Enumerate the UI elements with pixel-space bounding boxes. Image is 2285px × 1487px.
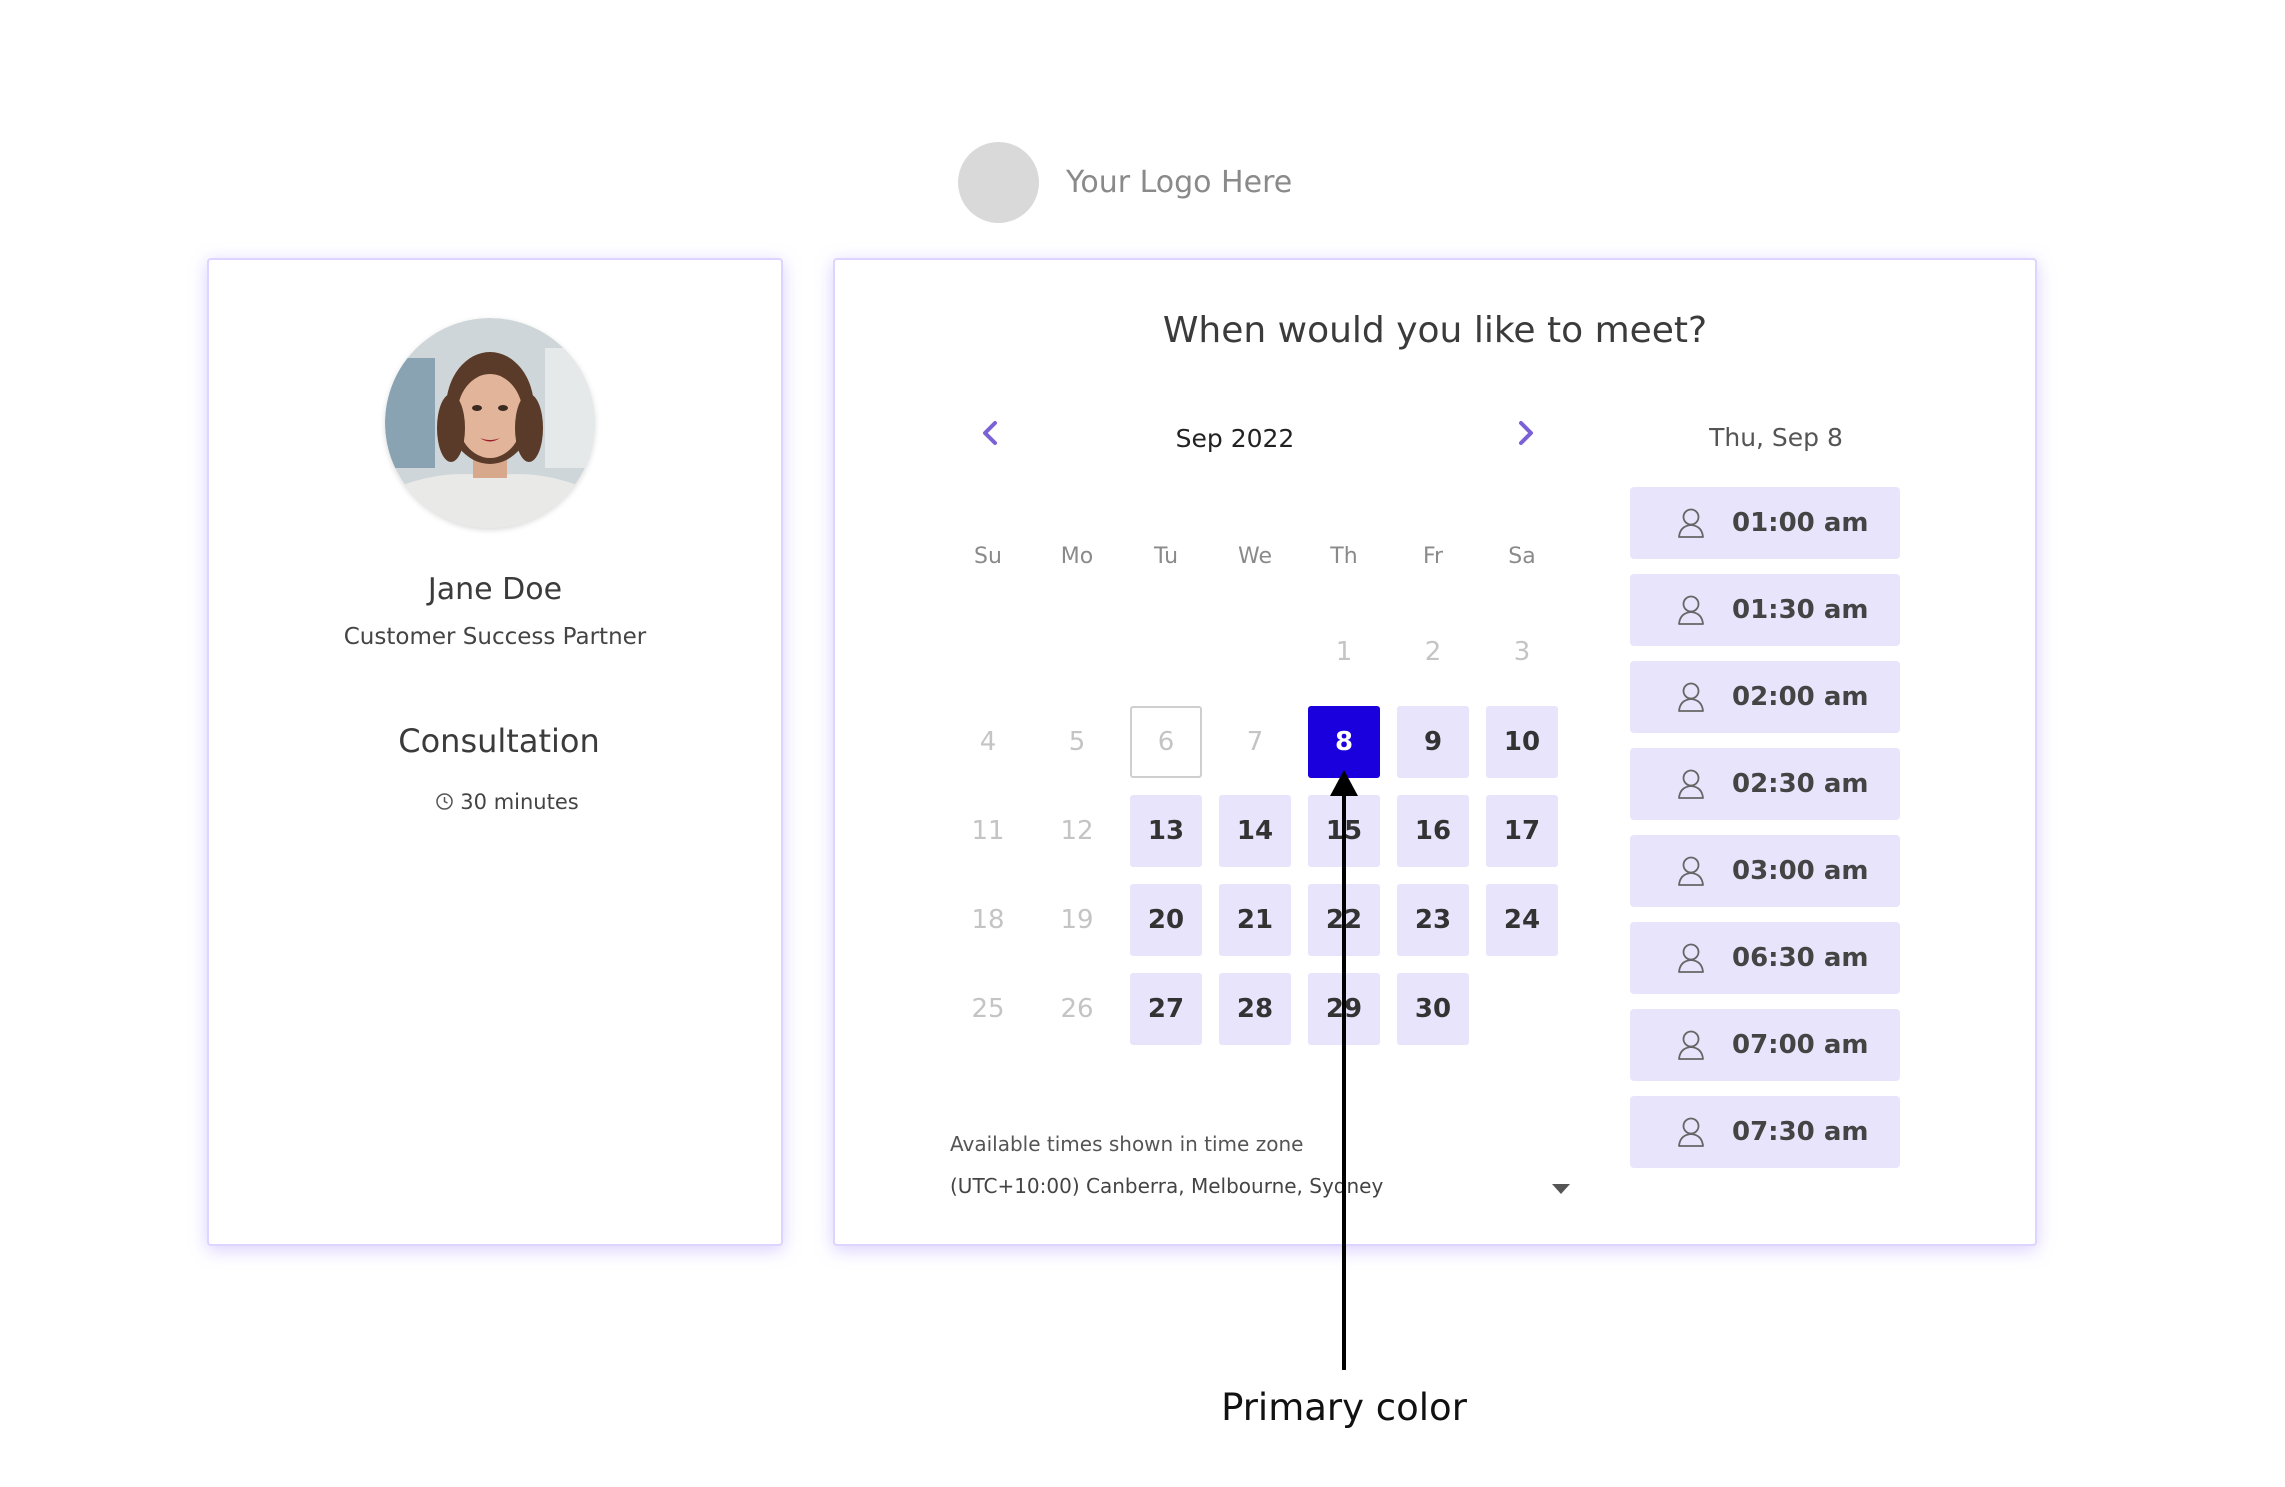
host-profile-card: Jane Doe Customer Success Partner Consul… bbox=[207, 258, 783, 1246]
event-duration: 30 minutes bbox=[209, 790, 781, 814]
time-slot-label: 01:30 am bbox=[1732, 595, 1869, 625]
calendar-day: 3 bbox=[1513, 637, 1531, 667]
time-slot-label: 02:00 am bbox=[1732, 682, 1869, 712]
weekday-header: Su Mo Tu We Th Fr Sa bbox=[952, 538, 1584, 578]
weekday-label: Th bbox=[1330, 544, 1358, 569]
calendar-day: 7 bbox=[1246, 727, 1264, 757]
weekday-label: Fr bbox=[1422, 544, 1444, 569]
calendar-day[interactable]: 21 bbox=[1219, 884, 1291, 956]
time-slot-button[interactable]: 02:00 am bbox=[1630, 661, 1900, 733]
calendar-week-row: 4 5 6 7 8 9 10 bbox=[952, 706, 1584, 778]
calendar-day[interactable]: 24 bbox=[1486, 884, 1558, 956]
calendar-day[interactable]: 20 bbox=[1130, 884, 1202, 956]
calendar-day: 4 bbox=[979, 727, 997, 757]
weekday-label: Sa bbox=[1508, 544, 1536, 569]
calendar-day-selected[interactable]: 8 bbox=[1308, 706, 1380, 778]
timezone-value: (UTC+10:00) Canberra, Melbourne, Sydney bbox=[950, 1174, 1384, 1198]
caret-down-icon bbox=[1552, 1184, 1570, 1194]
person-icon bbox=[1678, 1117, 1704, 1147]
calendar-day[interactable]: 16 bbox=[1397, 795, 1469, 867]
time-slot-button[interactable]: 06:30 am bbox=[1630, 922, 1900, 994]
time-slot-label: 07:00 am bbox=[1732, 1030, 1869, 1060]
calendar-week-row: 1 2 3 bbox=[952, 616, 1584, 688]
next-month-button[interactable] bbox=[1507, 415, 1543, 451]
person-icon bbox=[1678, 595, 1704, 625]
annotation-label: Primary color bbox=[1221, 1386, 1467, 1429]
calendar-day: 1 bbox=[1335, 637, 1353, 667]
logo-text: Your Logo Here bbox=[1066, 165, 1293, 200]
timezone-select[interactable]: (UTC+10:00) Canberra, Melbourne, Sydney bbox=[950, 1174, 1570, 1208]
calendar-day[interactable]: 9 bbox=[1397, 706, 1469, 778]
calendar-day: 2 bbox=[1424, 637, 1442, 667]
person-icon bbox=[1678, 508, 1704, 538]
calendar-day[interactable]: 28 bbox=[1219, 973, 1291, 1045]
weekday-label: We bbox=[1238, 544, 1272, 569]
calendar-day: 26 bbox=[1060, 994, 1094, 1024]
calendar-day-today: 6 bbox=[1130, 706, 1202, 778]
time-slot-label: 06:30 am bbox=[1732, 943, 1869, 973]
time-slot-label: 03:00 am bbox=[1732, 856, 1869, 886]
selected-date-label: Thu, Sep 8 bbox=[1709, 423, 1843, 452]
clock-icon bbox=[435, 792, 454, 811]
timezone-label: Available times shown in time zone bbox=[950, 1132, 1304, 1156]
weekday-label: Tu bbox=[1153, 544, 1179, 569]
person-icon bbox=[1678, 682, 1704, 712]
person-icon bbox=[1678, 1030, 1704, 1060]
person-icon bbox=[1678, 856, 1704, 886]
calendar-day: 11 bbox=[971, 816, 1005, 846]
weekday-label: Su bbox=[974, 544, 1002, 569]
booking-card: When would you like to meet? Sep 2022 Su… bbox=[833, 258, 2037, 1246]
booking-heading: When would you like to meet? bbox=[1162, 310, 1708, 351]
calendar-day: 18 bbox=[971, 905, 1005, 935]
logo: Your Logo Here bbox=[958, 142, 1292, 223]
chevron-left-icon bbox=[983, 421, 997, 445]
time-slot-label: 07:30 am bbox=[1732, 1117, 1869, 1147]
chevron-right-icon bbox=[1519, 421, 1533, 445]
time-slot-button[interactable]: 01:30 am bbox=[1630, 574, 1900, 646]
previous-month-button[interactable] bbox=[973, 415, 1009, 451]
person-icon bbox=[1678, 943, 1704, 973]
calendar-day[interactable]: 10 bbox=[1486, 706, 1558, 778]
time-slot-button[interactable]: 07:30 am bbox=[1630, 1096, 1900, 1168]
host-name: Jane Doe bbox=[427, 572, 563, 607]
calendar-day[interactable]: 27 bbox=[1130, 973, 1202, 1045]
month-label: Sep 2022 bbox=[1175, 424, 1295, 453]
event-duration-text: 30 minutes bbox=[460, 790, 579, 814]
calendar-day[interactable]: 17 bbox=[1486, 795, 1558, 867]
calendar-day[interactable]: 23 bbox=[1397, 884, 1469, 956]
logo-placeholder-circle bbox=[958, 142, 1039, 223]
host-role: Customer Success Partner bbox=[343, 624, 647, 650]
calendar-day: 19 bbox=[1060, 905, 1094, 935]
calendar-day: 5 bbox=[1068, 727, 1086, 757]
calendar-day[interactable]: 30 bbox=[1397, 973, 1469, 1045]
time-slot-label: 01:00 am bbox=[1732, 508, 1869, 538]
person-icon bbox=[1678, 769, 1704, 799]
calendar-week-row: 252627282930 bbox=[952, 973, 1584, 1045]
calendar-day: 12 bbox=[1060, 816, 1094, 846]
calendar-week-row: 18192021222324 bbox=[952, 884, 1584, 956]
calendar-day[interactable]: 14 bbox=[1219, 795, 1291, 867]
time-slot-label: 02:30 am bbox=[1732, 769, 1869, 799]
event-title: Consultation bbox=[398, 722, 600, 760]
time-slot-button[interactable]: 02:30 am bbox=[1630, 748, 1900, 820]
calendar-day[interactable]: 13 bbox=[1130, 795, 1202, 867]
calendar-week-row: 11121314151617 bbox=[952, 795, 1584, 867]
calendar-day: 25 bbox=[971, 994, 1005, 1024]
time-slot-button[interactable]: 07:00 am bbox=[1630, 1009, 1900, 1081]
time-slot-button[interactable]: 01:00 am bbox=[1630, 487, 1900, 559]
host-avatar bbox=[385, 318, 595, 528]
annotation-arrow-icon bbox=[1330, 770, 1358, 1370]
time-slot-button[interactable]: 03:00 am bbox=[1630, 835, 1900, 907]
weekday-label: Mo bbox=[1060, 544, 1094, 569]
